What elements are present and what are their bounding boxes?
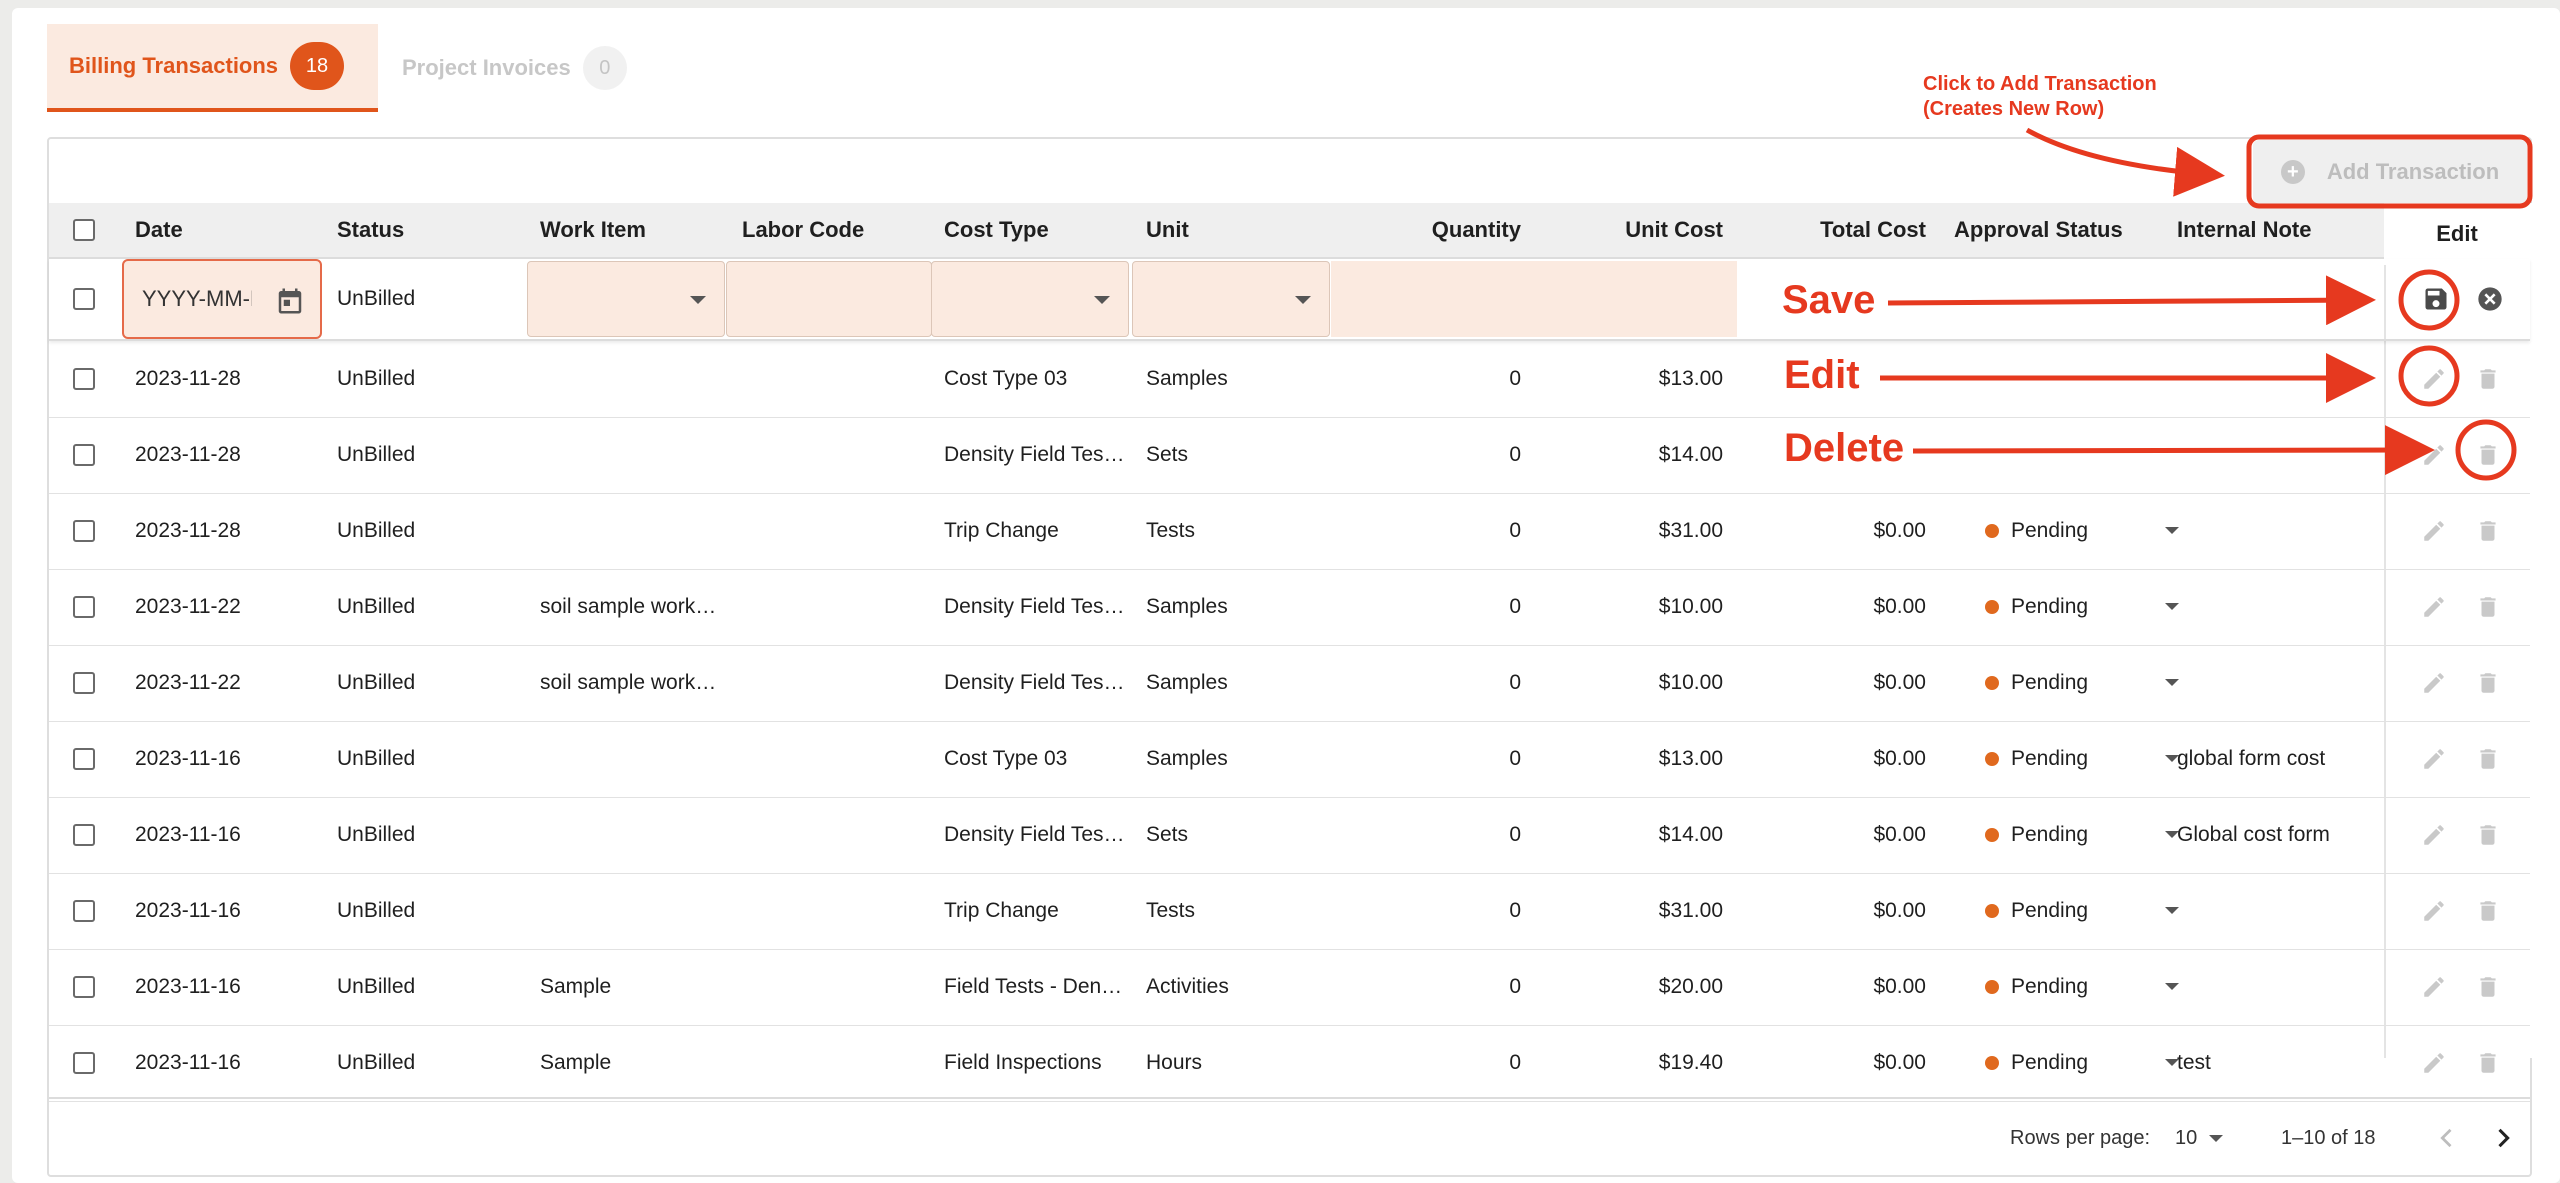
edit-highlight (2398, 345, 2460, 407)
annotation-overlay (1880, 127, 2533, 481)
delete-highlight (2455, 419, 2517, 481)
delete-arrow (1912, 425, 2435, 476)
add-hint-arrow (2025, 127, 2225, 197)
save-arrow (1887, 275, 2376, 326)
add-button-highlight (2246, 134, 2533, 209)
save-highlight (2398, 269, 2460, 331)
